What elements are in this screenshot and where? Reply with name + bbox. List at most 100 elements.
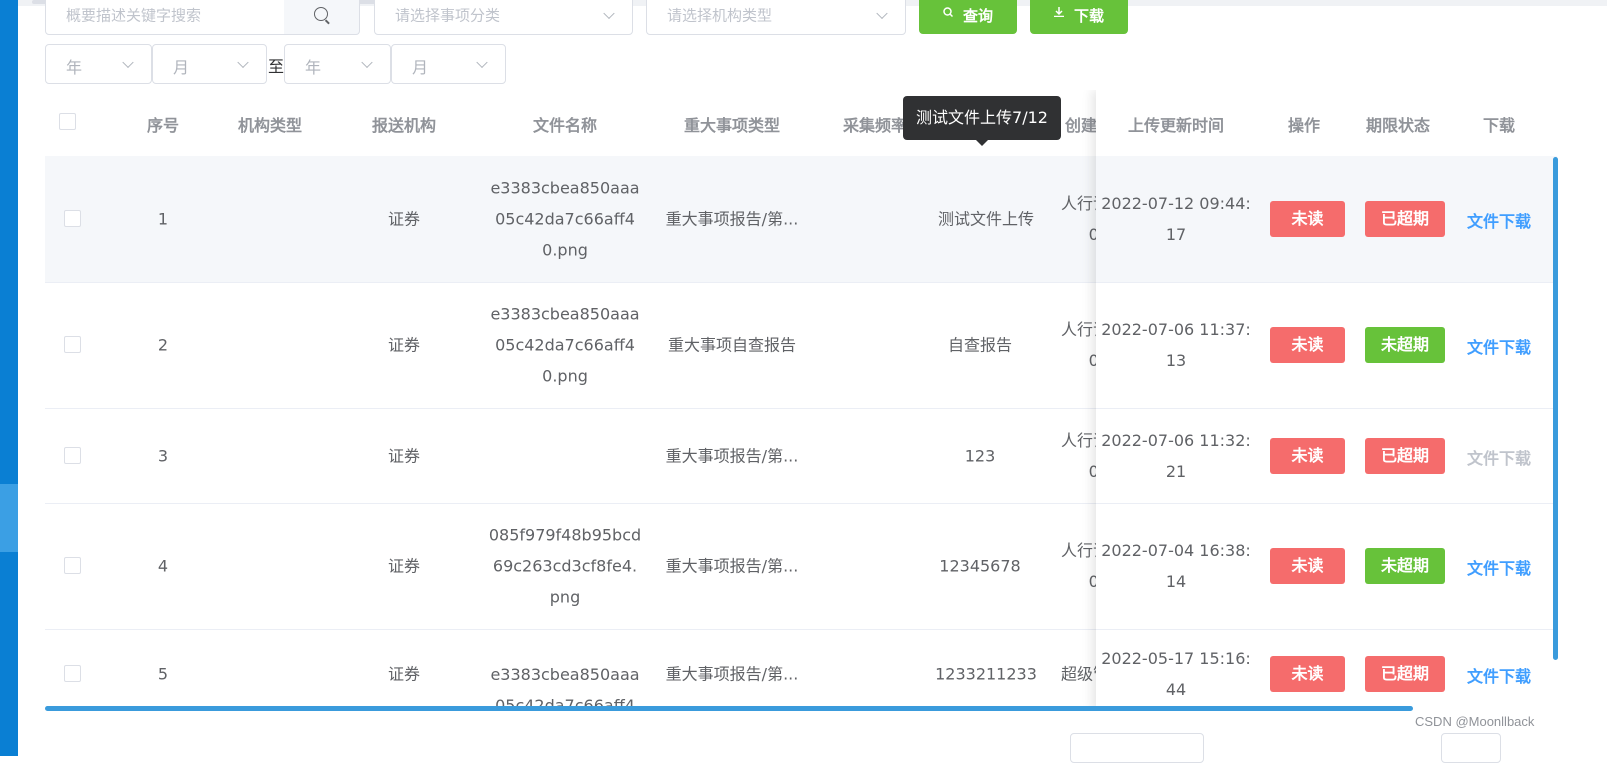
row-checkbox[interactable] [64,557,81,574]
upload-time-line: 13 [1165,351,1187,370]
start-month-select[interactable]: 月 [152,44,267,84]
org-type-select[interactable]: 请选择机构类型 [646,0,906,35]
file-name-line: 69c263cd3cf8fe4. [492,556,638,576]
upload-time-line: 17 [1165,225,1187,244]
col-seq[interactable]: 序号 [147,112,179,136]
read-status-badge[interactable]: 未读 [1270,548,1345,584]
cell-file-name: e3383cbea850aaa 05c42da7c66aff4 0.png [490,299,639,392]
chevron-down-icon [603,7,615,19]
cell-upload-time: 2022-07-04 16:38: 14 [1101,535,1251,597]
deadline-status-badge: 已超期 [1365,437,1445,474]
start-year-placeholder: 年 [66,58,83,77]
col-org-type[interactable]: 机构类型 [238,112,302,136]
cell-event-type[interactable]: 重大事项报告/第... [666,204,799,235]
col-action[interactable]: 操作 [1288,112,1320,136]
cell-description[interactable]: 自查报告 [948,330,1012,361]
pagination-select[interactable] [1070,733,1204,763]
cell-description[interactable]: 123 [965,440,996,471]
chevron-down-icon [122,56,134,69]
cell-file-name: e3383cbea850aaa 05c42da7c66aff4 0.png [490,173,639,266]
deadline-status-badge: 已超期 [1365,201,1445,237]
file-name-line: png [549,587,581,607]
col-deadline-status[interactable]: 期限状态 [1366,112,1430,136]
row-checkbox[interactable] [64,336,81,353]
col-upload-time[interactable]: 上传更新时间 [1128,112,1224,136]
end-year-placeholder: 年 [305,58,322,77]
download-icon [1054,7,1064,17]
upload-time-line: 2022-05-17 15:16: [1101,649,1251,668]
read-status-badge[interactable]: 未读 [1270,327,1345,363]
fixed-table-row: 2022-05-17 15:16: 44 未读 已超期 文件下载 [1096,629,1557,710]
fixed-table-row: 2022-07-06 11:32: 21 未读 已超期 文件下载 [1096,408,1557,504]
col-download[interactable]: 下载 [1483,112,1515,136]
read-status-badge[interactable]: 未读 [1270,656,1345,692]
cell-seq: 1 [157,209,169,229]
vertical-scrollbar[interactable] [1553,157,1558,660]
read-status-badge[interactable]: 未读 [1270,437,1345,474]
category-select[interactable]: 请选择事项分类 [374,0,633,35]
cell-event-type[interactable]: 重大事项报告/第... [666,440,799,471]
file-name-line: e3383cbea850aaa [490,304,640,324]
col-event-type[interactable]: 重大事项类型 [684,112,780,136]
query-button-label: 查询 [963,7,994,25]
cell-event-type[interactable]: 重大事项自查报告 [668,330,796,361]
chevron-down-icon [476,56,488,69]
upload-time-line: 14 [1165,572,1187,591]
file-download-link[interactable]: 文件下载 [1467,208,1531,232]
select-all-checkbox[interactable] [59,113,76,130]
cell-description[interactable]: 1233211233 [935,659,1037,690]
cell-seq: 5 [157,664,169,684]
cell-event-type[interactable]: 重大事项报告/第... [666,551,799,582]
file-name-line: 085f979f48b95bcd [488,525,642,545]
fixed-table-row: 2022-07-12 09:44: 17 未读 已超期 文件下载 [1096,156,1557,283]
upload-time-line: 2022-07-04 16:38: [1101,541,1251,560]
col-report-org[interactable]: 报送机构 [372,112,436,136]
start-year-select[interactable]: 年 [45,44,152,84]
pagination-jumper[interactable] [1441,733,1501,763]
row-checkbox[interactable] [64,210,81,227]
download-button[interactable]: 下载 [1030,0,1128,34]
keyword-search-input[interactable]: 概要描述关键字搜索 [45,0,285,35]
deadline-status-badge: 未超期 [1365,327,1445,363]
file-name-line: 0.png [542,240,588,260]
query-button[interactable]: 查询 [919,0,1017,34]
cell-seq: 3 [157,446,169,465]
cell-report-org: 证券 [387,446,421,465]
side-nav-active-item[interactable] [0,484,18,552]
download-button-label: 下载 [1074,7,1105,25]
deadline-status-badge: 已超期 [1365,656,1445,692]
cell-event-type[interactable]: 重大事项报告/第... [666,659,799,690]
chevron-down-icon [361,56,373,69]
row-checkbox[interactable] [64,665,81,682]
search-icon [314,7,328,21]
watermark: CSDN @Moonllback [1415,714,1535,729]
file-download-link[interactable]: 文件下载 [1467,445,1531,469]
cell-report-org: 证券 [387,209,421,229]
cell-file-name: 085f979f48b95bcd 69c263cd3cf8fe4. png [489,520,641,613]
cell-description[interactable]: 测试文件上传 [938,204,1034,235]
cell-seq: 2 [157,335,169,355]
col-frequency[interactable]: 采集频率 [843,112,907,136]
row-checkbox[interactable] [64,446,81,464]
file-download-link[interactable]: 文件下载 [1467,555,1531,579]
chevron-down-icon [237,56,249,69]
file-name-line: e3383cbea850aaa [490,178,640,198]
cell-description[interactable]: 12345678 [939,551,1020,582]
end-year-select[interactable]: 年 [284,44,391,84]
col-creator[interactable]: 创建 [1065,112,1097,136]
start-month-placeholder: 月 [173,58,190,77]
search-button[interactable] [284,0,360,35]
end-month-placeholder: 月 [412,58,429,77]
horizontal-scrollbar[interactable] [45,706,1413,711]
upload-time-line: 2022-07-06 11:32: [1101,430,1251,450]
end-month-select[interactable]: 月 [391,44,506,84]
date-range-separator: 至 [268,57,285,76]
cell-report-org: 证券 [387,335,421,355]
cell-report-org: 证券 [387,556,421,576]
read-status-badge[interactable]: 未读 [1270,201,1345,237]
upload-time-line: 2022-07-06 11:37: [1101,320,1251,339]
col-file-name[interactable]: 文件名称 [533,112,597,136]
file-download-link[interactable]: 文件下载 [1467,334,1531,358]
file-download-link[interactable]: 文件下载 [1467,663,1531,687]
keyword-search-placeholder: 概要描述关键字搜索 [66,6,202,24]
